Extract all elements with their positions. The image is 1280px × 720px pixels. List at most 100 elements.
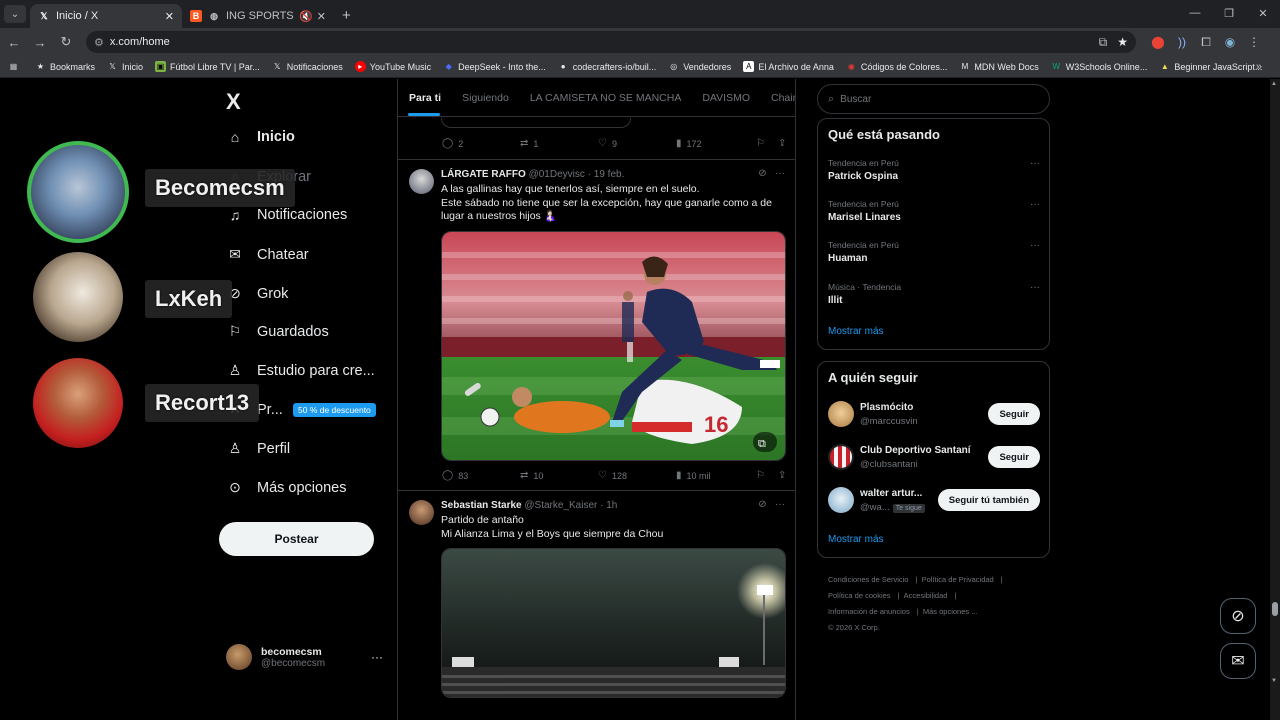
reload-icon[interactable]: ↻: [54, 34, 78, 50]
bookmark-item[interactable]: ▣ Fútbol Libre TV | Par...: [155, 61, 260, 72]
footer-link[interactable]: Política de Privacidad: [922, 575, 994, 584]
forward-icon[interactable]: →: [28, 35, 52, 50]
follow-button[interactable]: Seguir: [988, 446, 1040, 468]
bookmark-item[interactable]: M MDN Web Docs: [959, 61, 1039, 72]
footer-link[interactable]: Accesibilidad: [904, 591, 948, 600]
bookmark-item[interactable]: ★ Bookmarks: [35, 61, 95, 72]
close-tab-icon[interactable]: ✕: [165, 10, 174, 23]
tweet[interactable]: Sebastian Starke @Starke_Kaiser · 1h ⊘ ·…: [398, 491, 795, 720]
footer-link[interactable]: Condiciones de Servicio: [828, 575, 908, 584]
nav-profile[interactable]: ♙ Perfil: [226, 440, 290, 457]
nav-bookmarks[interactable]: ⚐ Guardados: [226, 323, 329, 340]
more-dots-icon[interactable]: ···: [1030, 199, 1040, 210]
messages-fab[interactable]: ✉: [1220, 643, 1256, 679]
tweet-previous[interactable]: ◯ 2 ⇄ 1 ♡ 9 ▮ 172 ⚐ ⇪: [398, 118, 795, 160]
more-dots-icon[interactable]: ···: [1030, 158, 1040, 169]
nav-grok[interactable]: ⊘ Grok: [226, 285, 288, 302]
bookmark-item[interactable]: ◉ Códigos de Colores...: [846, 61, 948, 72]
bookmark-item[interactable]: ▲ Beginner JavaScript...: [1159, 61, 1263, 72]
views-button[interactable]: ▮ 10 mil: [676, 470, 756, 481]
x-logo[interactable]: X: [226, 89, 241, 115]
tab-list[interactable]: LA CAMISETA NO SE MANCHA: [530, 92, 682, 104]
grok-icon[interactable]: ⊘: [758, 499, 766, 510]
bookmark-item[interactable]: W W3Schools Online...: [1051, 61, 1148, 72]
nav-chat[interactable]: ✉ Chatear: [226, 246, 308, 263]
tab-ing-sports[interactable]: B ◍ ING SPORTS - Deportes 🔇 ✕: [182, 4, 334, 28]
nav-more-options[interactable]: ⊙ Más opciones: [226, 479, 346, 496]
page-scrollbar[interactable]: ▲ ▼: [1270, 79, 1280, 720]
grok-icon[interactable]: ⊘: [758, 168, 766, 179]
author-name[interactable]: LÁRGATE RAFFO: [441, 169, 526, 180]
tab-search-button[interactable]: ⌄: [4, 5, 26, 23]
extension-red-icon[interactable]: ⬤: [1146, 35, 1170, 49]
bookmark-item[interactable]: ◎ Vendedores: [668, 61, 731, 72]
avatar[interactable]: [828, 444, 854, 470]
tab-for-you[interactable]: Para ti: [409, 92, 441, 104]
follow-suggestion[interactable]: Club Deportivo Santaní @clubsantani Segu…: [828, 444, 1040, 474]
follow-suggestion[interactable]: walter artur... @wa... Te sigue Seguir tú…: [828, 487, 1040, 517]
back-icon[interactable]: ←: [2, 35, 26, 50]
bookmark-item[interactable]: 𝕏 Inicio: [107, 61, 143, 72]
tab-following[interactable]: Siguiendo: [462, 92, 509, 104]
share-button[interactable]: ⇪: [778, 470, 791, 481]
tab-x-home[interactable]: 𝕏 Inicio / X ✕: [30, 4, 182, 28]
bookmark-item[interactable]: 𝕏 Notificaciones: [272, 61, 343, 72]
close-window-icon[interactable]: ✕: [1246, 0, 1280, 26]
chrome-menu-icon[interactable]: ⋮: [1242, 35, 1266, 49]
nav-creator-studio[interactable]: ♙ Estudio para cre...: [226, 362, 375, 379]
extension-wave-icon[interactable]: )): [1170, 35, 1194, 49]
footer-link[interactable]: Información de anuncios: [828, 607, 910, 616]
nav-home[interactable]: ⌂ Inicio: [226, 129, 295, 145]
profile-avatar-icon[interactable]: ◉: [1218, 35, 1242, 49]
tab-list[interactable]: DAVISMO: [702, 92, 750, 104]
new-tab-icon[interactable]: +: [342, 7, 351, 24]
follow-suggestion[interactable]: Plasmócito @marccusvin Seguir: [828, 401, 1040, 431]
tweet[interactable]: LÁRGATE RAFFO @01Deyvisc · 19 feb. ⊘ ···…: [398, 160, 795, 491]
share-button[interactable]: ⇪: [778, 138, 791, 149]
avatar[interactable]: [828, 401, 854, 427]
more-dots-icon[interactable]: ···: [775, 499, 785, 510]
bookmark-button[interactable]: ⚐: [756, 138, 778, 149]
search-input[interactable]: ⌕ Buscar: [817, 84, 1050, 114]
author-name[interactable]: Sebastian Starke: [441, 500, 522, 511]
account-switcher[interactable]: becomecsm @becomecsm: [226, 644, 325, 670]
bookmark-item[interactable]: A El Archivo de Anna: [743, 61, 834, 72]
author-handle[interactable]: @Starke_Kaiser: [524, 500, 597, 511]
repost-button[interactable]: ⇄ 10: [520, 470, 598, 481]
more-dots-icon[interactable]: ···: [1030, 282, 1040, 293]
author-handle[interactable]: @01Deyvisc: [529, 169, 585, 180]
more-dots-icon[interactable]: ···: [775, 168, 785, 179]
tweet-image[interactable]: 16 ⧉: [441, 231, 786, 461]
reply-button[interactable]: ◯ 83: [442, 470, 520, 481]
scrollbar-thumb[interactable]: [1272, 602, 1278, 616]
footer-link[interactable]: Más opciones ...: [923, 607, 978, 616]
reply-button[interactable]: ◯ 2: [442, 138, 520, 149]
extensions-puzzle-icon[interactable]: ⧠: [1194, 35, 1218, 50]
address-bar[interactable]: ⚙ x.com/home ⧉ ★: [86, 31, 1136, 53]
like-button[interactable]: ♡ 128: [598, 470, 676, 481]
scroll-down-icon[interactable]: ▼: [1271, 678, 1277, 684]
trend-item[interactable]: Tendencia en Perú Huaman ···: [828, 240, 1040, 264]
bookmark-item[interactable]: ● codecrafters-io/buil...: [558, 61, 656, 72]
nav-notifications[interactable]: ♫ Notificaciones: [226, 207, 348, 223]
tweet-image[interactable]: [441, 548, 786, 698]
trend-item[interactable]: Música · Tendencia Illit ···: [828, 282, 1040, 306]
like-button[interactable]: ♡ 9: [598, 138, 676, 149]
trend-item[interactable]: Tendencia en Perú Patrick Ospina ···: [828, 158, 1040, 182]
bookmark-item[interactable]: ◆ DeepSeek - Into the...: [443, 61, 546, 72]
trend-item[interactable]: Tendencia en Perú Marisel Linares ···: [828, 199, 1040, 223]
site-info-icon[interactable]: ⚙: [94, 36, 104, 49]
post-button[interactable]: Postear: [219, 522, 374, 556]
tweet-time[interactable]: 1h: [606, 500, 617, 511]
tab-list[interactable]: Chainsa: [771, 92, 795, 104]
follow-button[interactable]: Seguir: [988, 403, 1040, 425]
apps-icon[interactable]: ▦: [8, 61, 23, 72]
show-more-trends-link[interactable]: Mostrar más: [828, 326, 884, 337]
mute-icon[interactable]: 🔇: [299, 10, 313, 23]
bookmark-item[interactable]: ▸ YouTube Music: [354, 61, 431, 72]
more-dots-icon[interactable]: ···: [1030, 240, 1040, 251]
more-bookmarks-icon[interactable]: »: [1256, 61, 1262, 73]
restore-icon[interactable]: ❐: [1212, 0, 1246, 26]
scroll-up-icon[interactable]: ▲: [1271, 81, 1277, 87]
bookmark-button[interactable]: ⚐: [756, 470, 778, 481]
